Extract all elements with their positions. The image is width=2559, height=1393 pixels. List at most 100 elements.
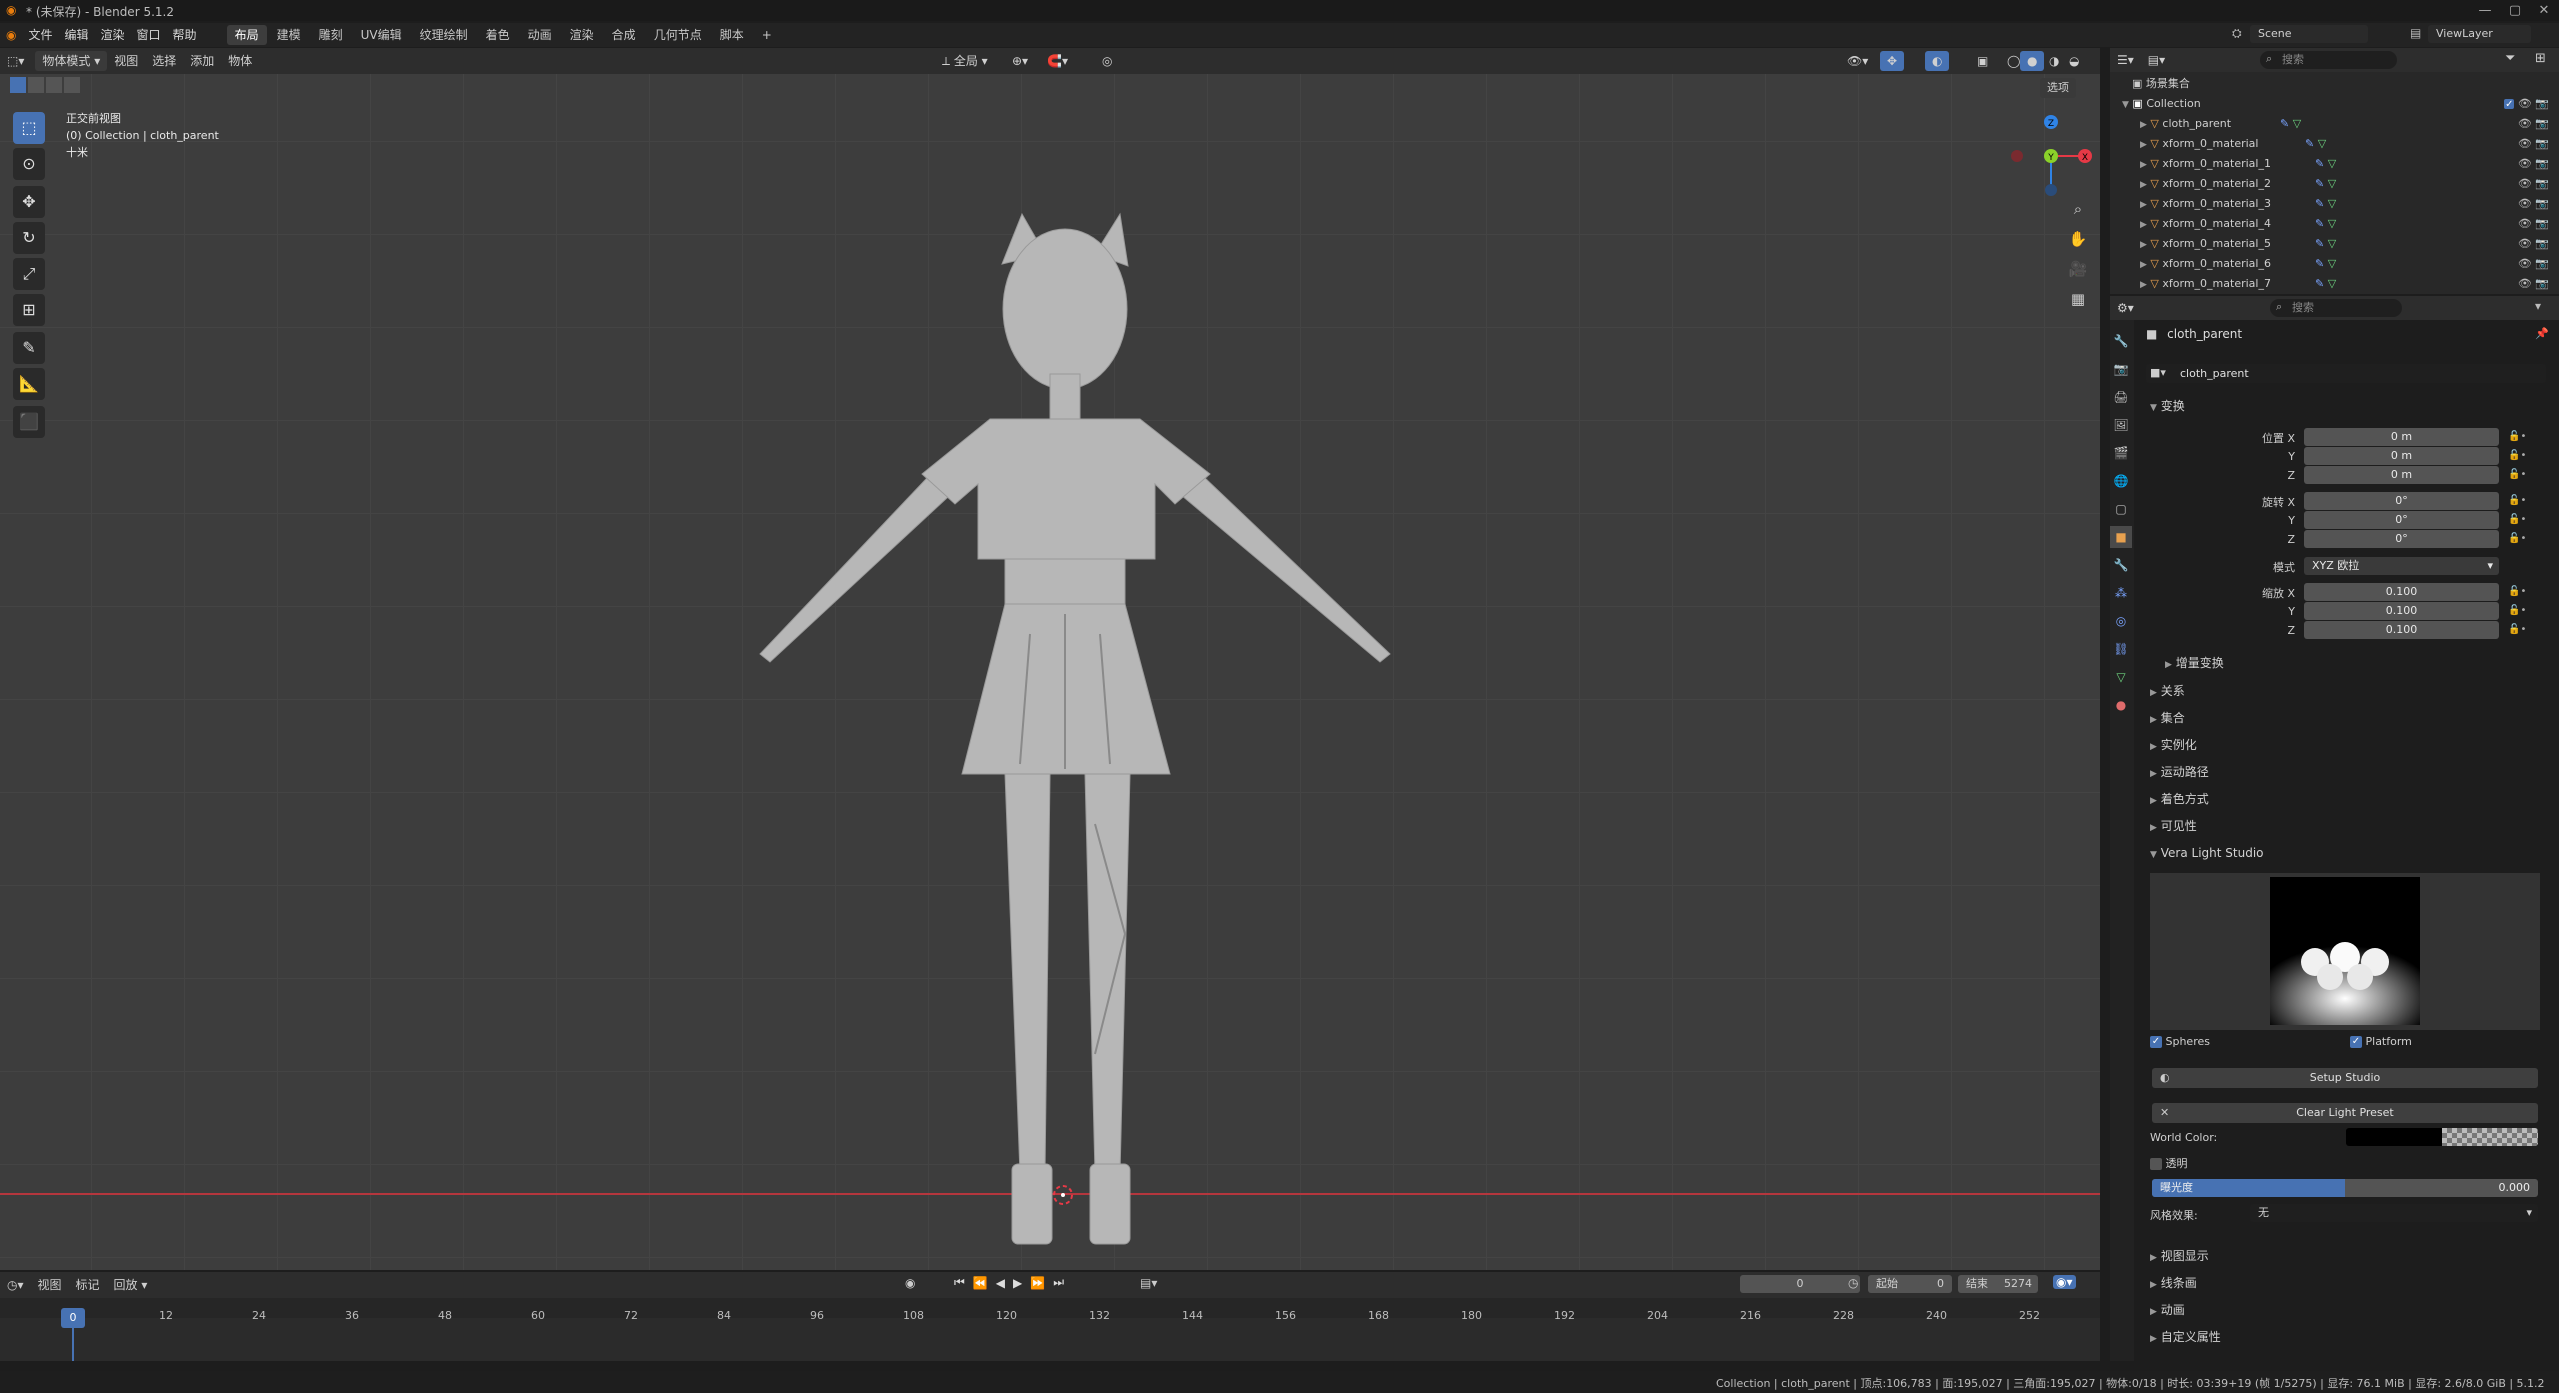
play-reverse-icon[interactable]: ◀ bbox=[996, 1276, 1005, 1290]
shading-rendered-icon[interactable]: ◒ bbox=[2062, 51, 2086, 71]
workspace-tab-animation[interactable]: 动画 bbox=[520, 25, 560, 45]
item-visibility-icons[interactable]: 👁 📷 bbox=[2518, 274, 2549, 294]
pan-hand-icon[interactable]: ✋ bbox=[2065, 230, 2091, 260]
item-visibility-icons[interactable]: 👁 📷 bbox=[2518, 234, 2549, 254]
3d-viewport[interactable]: 选项 ⬚ ⊙ ✥ ↻ ⤢ ⊞ ✎ 📐 ⬛ 正交前视图 (0) Collectio… bbox=[0, 74, 2100, 1270]
playhead-frame-indicator[interactable]: 0 bbox=[61, 1308, 85, 1328]
ortho-grid-icon[interactable]: ▦ bbox=[2065, 290, 2091, 320]
expand-icon[interactable]: ▶ bbox=[2140, 200, 2147, 210]
lock-icon[interactable]: 🔓• bbox=[2508, 605, 2526, 616]
cursor-tool-icon[interactable]: ⊙ bbox=[13, 148, 45, 180]
expand-icon[interactable]: ▶ bbox=[2140, 120, 2147, 130]
select-extend-icon[interactable] bbox=[28, 77, 44, 93]
shading-section[interactable]: ▶ 着色方式 bbox=[2150, 788, 2545, 810]
xray-toggle-icon[interactable]: ▣ bbox=[1970, 51, 1995, 71]
auto-keying-icon[interactable]: ◉ bbox=[905, 1276, 915, 1290]
timeline-menu-playback[interactable]: 回放 ▾ bbox=[107, 1275, 155, 1295]
clear-light-preset-button[interactable]: ✕ Clear Light Preset bbox=[2152, 1103, 2538, 1123]
scale-tool-icon[interactable]: ⤢ bbox=[13, 258, 45, 290]
location-z-field[interactable]: 0 m bbox=[2304, 466, 2499, 484]
workspace-tab-texture-paint[interactable]: 纹理绘制 bbox=[412, 25, 476, 45]
expand-icon[interactable]: ▶ bbox=[2140, 160, 2147, 170]
output-tab-icon[interactable]: 🖨 bbox=[2110, 386, 2132, 408]
viewport-menu-object[interactable]: 物体 bbox=[221, 51, 259, 71]
data-tab-icon[interactable]: ▽ bbox=[2110, 666, 2132, 688]
proportional-edit-icon[interactable]: ◎ bbox=[1095, 51, 1119, 71]
scale-z-field[interactable]: 0.100 bbox=[2304, 621, 2499, 639]
outliner-item[interactable]: ▶ ▽ xform_0_material ✎ ▽ 👁 📷 bbox=[2110, 134, 2559, 154]
view-layer-selector[interactable]: ViewLayer bbox=[2428, 25, 2531, 43]
scale-x-field[interactable]: 0.100 bbox=[2304, 583, 2499, 601]
delta-transform-subsection[interactable]: ▶ 增量变换 bbox=[2165, 652, 2545, 674]
outliner-collection[interactable]: ▼ ▣ Collection ✓ 👁 📷 bbox=[2110, 94, 2559, 114]
outliner-item[interactable]: ▶ ▽ xform_0_material_3 ✎ ▽ 👁 📷 bbox=[2110, 194, 2559, 214]
item-visibility-icons[interactable]: 👁 📷 bbox=[2518, 254, 2549, 274]
measure-tool-icon[interactable]: 📐 bbox=[13, 368, 45, 400]
transparent-checkbox[interactable]: 透明 bbox=[2150, 1155, 2188, 1171]
gizmo-toggle-icon[interactable]: ✥ bbox=[1880, 51, 1905, 71]
visibility-selector-icon[interactable]: 👁▾ bbox=[1840, 51, 1875, 71]
pin-icon[interactable]: 📌 bbox=[2535, 327, 2549, 340]
timeline-menu-view[interactable]: 视图 bbox=[31, 1275, 69, 1295]
menu-edit[interactable]: 编辑 bbox=[59, 24, 95, 46]
workspace-tab-rendering[interactable]: 渲染 bbox=[562, 25, 602, 45]
editor-type-icon[interactable]: ⬚▾ bbox=[0, 51, 31, 71]
select-invert-icon[interactable] bbox=[64, 77, 80, 93]
close-button[interactable]: ✕ bbox=[2529, 2, 2559, 19]
workspace-tab-shading[interactable]: 着色 bbox=[478, 25, 518, 45]
view-layer-tab-icon[interactable]: 🖼 bbox=[2110, 414, 2132, 436]
play-icon[interactable]: ▶ bbox=[1013, 1276, 1022, 1290]
filter-icon[interactable]: ⏷ bbox=[2505, 51, 2515, 66]
viewport-options-button[interactable]: 选项 bbox=[2040, 78, 2076, 98]
outliner-editor-icon[interactable]: ☰▾ bbox=[2110, 50, 2141, 70]
workspace-tab-uv-editing[interactable]: UV编辑 bbox=[353, 25, 410, 45]
vera-light-studio-header[interactable]: ▼ Vera Light Studio bbox=[2150, 842, 2545, 864]
maximize-button[interactable]: ▢ bbox=[2500, 2, 2530, 19]
light-preset-thumbnail[interactable] bbox=[2270, 877, 2420, 1025]
minimize-button[interactable]: — bbox=[2470, 2, 2500, 19]
item-visibility-icons[interactable]: 👁 📷 bbox=[2518, 194, 2549, 214]
modifier-tab-icon[interactable]: 🔧 bbox=[2110, 554, 2132, 576]
world-tab-icon[interactable]: 🌐 bbox=[2110, 470, 2132, 492]
motion-paths-section[interactable]: ▶ 运动路径 bbox=[2150, 761, 2545, 783]
workspace-tab-scripting[interactable]: 脚本 bbox=[712, 25, 752, 45]
outliner-item[interactable]: ▶ ▽ cloth_parent ✎ ▽ 👁 📷 bbox=[2110, 114, 2559, 134]
collection-visibility-icons[interactable]: ✓ 👁 📷 bbox=[2504, 94, 2549, 114]
workspace-tab-layout[interactable]: 布局 bbox=[226, 25, 267, 45]
menu-file[interactable]: 文件 bbox=[22, 24, 58, 46]
render-tab-icon[interactable]: 📷 bbox=[2110, 358, 2132, 380]
expand-icon[interactable]: ▶ bbox=[2140, 240, 2147, 250]
instancing-section[interactable]: ▶ 实例化 bbox=[2150, 734, 2545, 756]
transform-orientation-selector[interactable]: ⟂ 全局 ▾ bbox=[935, 51, 995, 71]
zoom-icon[interactable]: ⌕ bbox=[2065, 200, 2091, 230]
lock-icon[interactable]: 🔓• bbox=[2508, 533, 2526, 544]
lock-icon[interactable]: 🔓• bbox=[2508, 586, 2526, 597]
lock-icon[interactable]: 🔓• bbox=[2508, 450, 2526, 461]
style-effect-dropdown[interactable]: 无 ▾ bbox=[2250, 1204, 2538, 1222]
move-tool-icon[interactable]: ✥ bbox=[13, 186, 45, 218]
outliner-item[interactable]: ▶ ▽ xform_0_material_7 ✎ ▽ 👁 📷 bbox=[2110, 274, 2559, 294]
scene-tab-icon[interactable]: 🎬 bbox=[2110, 442, 2132, 464]
location-x-field[interactable]: 0 m bbox=[2304, 428, 2499, 446]
collapse-icon[interactable]: ▼ bbox=[2122, 100, 2129, 110]
expand-icon[interactable]: ▶ bbox=[2140, 140, 2147, 150]
rotation-z-field[interactable]: 0° bbox=[2304, 530, 2499, 548]
collections-section[interactable]: ▶ 集合 bbox=[2150, 707, 2545, 729]
scene-selector[interactable]: Scene bbox=[2250, 25, 2368, 43]
add-cube-tool-icon[interactable]: ⬛ bbox=[13, 406, 45, 438]
snap-icon[interactable]: 🧲▾ bbox=[1040, 51, 1075, 71]
collection-tab-icon[interactable]: ▢ bbox=[2110, 498, 2132, 520]
item-visibility-icons[interactable]: 👁 📷 bbox=[2518, 214, 2549, 234]
scale-y-field[interactable]: 0.100 bbox=[2304, 602, 2499, 620]
timeline-editor-icon[interactable]: ◷▾ bbox=[0, 1275, 31, 1295]
lock-icon[interactable]: 🔓• bbox=[2508, 495, 2526, 506]
character-model[interactable] bbox=[700, 174, 1420, 1254]
animation-section[interactable]: ▶ 动画 bbox=[2150, 1299, 2545, 1321]
properties-search-input[interactable]: 搜索 bbox=[2270, 299, 2402, 317]
setup-studio-button[interactable]: ◐ Setup Studio bbox=[2152, 1068, 2538, 1088]
prev-keyframe-icon[interactable]: ⏪ bbox=[973, 1276, 988, 1290]
timeline-menu-marker[interactable]: 标记 bbox=[69, 1275, 107, 1295]
expand-icon[interactable]: ▶ bbox=[2140, 220, 2147, 230]
transform-tool-icon[interactable]: ⊞ bbox=[13, 294, 45, 326]
viewport-menu-add[interactable]: 添加 bbox=[183, 51, 221, 71]
